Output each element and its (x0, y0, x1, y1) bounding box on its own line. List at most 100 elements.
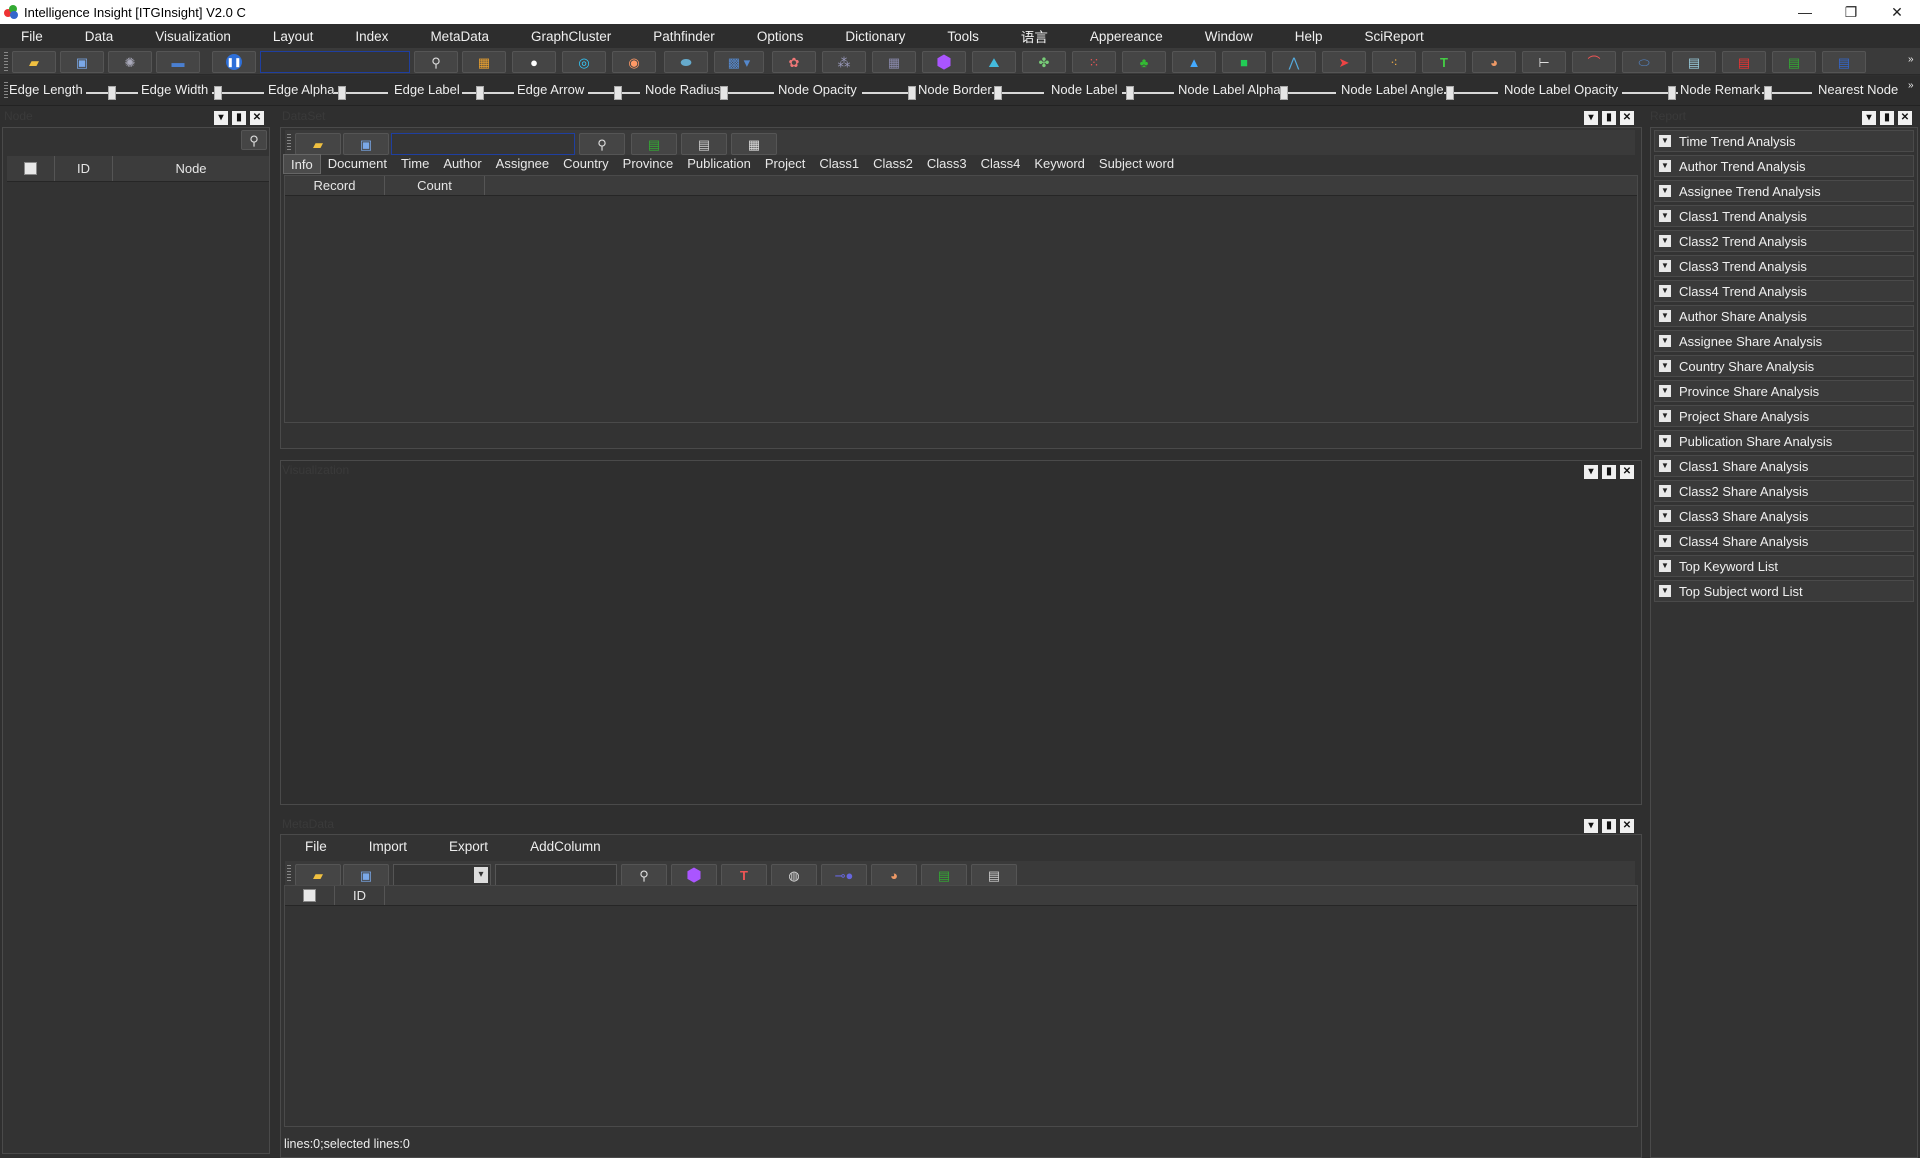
visualization-canvas[interactable] (280, 460, 1642, 805)
report-item-class4-share[interactable]: ▼ Class4 Share Analysis (1654, 530, 1914, 552)
menu-pathfinder[interactable]: Pathfinder (632, 29, 736, 44)
dark-circle-icon[interactable]: ● (512, 51, 556, 73)
metadata-select-all-checkbox[interactable] (285, 886, 335, 905)
window-icon[interactable]: ▤ (1672, 51, 1716, 73)
expand-arrow-icon[interactable]: ▼ (1659, 585, 1671, 597)
node-label-opacity-slider[interactable] (1622, 86, 1678, 100)
report-item-author-share[interactable]: ▼ Author Share Analysis (1654, 305, 1914, 327)
pause-icon[interactable]: ❚❚ (212, 51, 256, 73)
metadata-open-icon[interactable]: ▰ (295, 864, 341, 886)
palette-icon[interactable]: ◕ (1472, 51, 1516, 73)
node-panel-float-icon[interactable]: ▮ (232, 111, 246, 125)
report-item-class1-trend[interactable]: ▼ Class1 Trend Analysis (1654, 205, 1914, 227)
tab-time[interactable]: Time (394, 154, 436, 174)
menu-metadata[interactable]: MetaData (409, 29, 510, 44)
report-item-class4-trend[interactable]: ▼ Class4 Trend Analysis (1654, 280, 1914, 302)
toolbar-overflow-icon[interactable]: » (1908, 54, 1914, 65)
node-border-slider[interactable] (992, 86, 1044, 100)
node-radius-slider[interactable] (720, 86, 774, 100)
minimize-button[interactable]: — (1782, 0, 1828, 24)
edge-label-slider[interactable] (462, 86, 514, 100)
report-item-top-keyword[interactable]: ▼ Top Keyword List (1654, 555, 1914, 577)
report-item-assignee-trend[interactable]: ▼ Assignee Trend Analysis (1654, 180, 1914, 202)
search-icon[interactable]: ⚲ (414, 51, 458, 73)
tab-publication[interactable]: Publication (680, 154, 758, 174)
metadata-text-icon[interactable]: T (721, 864, 767, 886)
monitor-icon[interactable]: ▬ (156, 51, 200, 73)
expand-arrow-icon[interactable]: ▼ (1659, 160, 1671, 172)
target-icon[interactable]: ◎ (562, 51, 606, 73)
open-folder-icon[interactable]: ▰ (12, 51, 56, 73)
layout-dropdown-icon[interactable]: ▩ ▾ (714, 51, 764, 73)
report-panel-float-icon[interactable]: ▮ (1880, 111, 1894, 125)
dataset-col-count[interactable]: Count (385, 176, 485, 195)
network-icon[interactable]: ✺ (108, 51, 152, 73)
metadata-search-icon[interactable]: ⚲ (621, 864, 667, 886)
metadata-save-icon[interactable]: ▣ (343, 864, 389, 886)
slider-toolbar-overflow-icon[interactable]: » (1908, 80, 1914, 91)
expand-arrow-icon[interactable]: ▼ (1659, 285, 1671, 297)
green-tree-icon[interactable]: ♣ (1122, 51, 1166, 73)
metadata-menu-file[interactable]: File (305, 839, 327, 854)
oval-icon[interactable]: ⬭ (1622, 51, 1666, 73)
word-icon[interactable]: ▤ (1822, 51, 1866, 73)
graph-icon[interactable]: ⁂ (822, 51, 866, 73)
expand-arrow-icon[interactable]: ▼ (1659, 210, 1671, 222)
edge-alpha-slider[interactable] (334, 86, 388, 100)
menu-language[interactable]: 语言 (1000, 26, 1069, 46)
node-label-alpha-slider[interactable] (1280, 86, 1336, 100)
tab-province[interactable]: Province (616, 154, 681, 174)
node-search-icon[interactable]: ⚲ (241, 130, 267, 150)
expand-arrow-icon[interactable]: ▼ (1659, 460, 1671, 472)
line-icon[interactable]: ⊢ (1522, 51, 1566, 73)
node-remark-slider[interactable] (1762, 86, 1812, 100)
node-opacity-slider[interactable] (862, 86, 916, 100)
menu-options[interactable]: Options (736, 29, 825, 44)
menu-appearance[interactable]: Appereance (1069, 29, 1184, 44)
report-item-assignee-share[interactable]: ▼ Assignee Share Analysis (1654, 330, 1914, 352)
dataset-excel-icon[interactable]: ▤ (631, 133, 677, 155)
metadata-globe-icon[interactable]: ◍ (771, 864, 817, 886)
excel-icon[interactable]: ▤ (1772, 51, 1816, 73)
node-label-angle-slider[interactable] (1444, 86, 1498, 100)
square-icon[interactable]: ■ (1222, 51, 1266, 73)
tab-class2[interactable]: Class2 (866, 154, 920, 174)
report-item-publication-share[interactable]: ▼ Publication Share Analysis (1654, 430, 1914, 452)
expand-arrow-icon[interactable]: ▼ (1659, 485, 1671, 497)
map-icon[interactable]: ⛰ (972, 51, 1016, 73)
dataset-panel-float-icon[interactable]: ▮ (1602, 111, 1616, 125)
text-icon[interactable]: T (1422, 51, 1466, 73)
metadata-search-input[interactable] (495, 864, 617, 886)
tab-document[interactable]: Document (321, 154, 394, 174)
dataset-panel-close-icon[interactable]: ✕ (1620, 111, 1634, 125)
report-panel-close-icon[interactable]: ✕ (1898, 111, 1912, 125)
arrow-icon[interactable]: ➤ (1322, 51, 1366, 73)
menu-file[interactable]: File (0, 29, 64, 44)
peak-icon[interactable]: ▲ (1172, 51, 1216, 73)
report-panel-dropdown-icon[interactable]: ▾ (1862, 111, 1876, 125)
menu-help[interactable]: Help (1274, 29, 1344, 44)
dots-icon[interactable]: ⁙ (1072, 51, 1116, 73)
report-item-project-share[interactable]: ▼ Project Share Analysis (1654, 405, 1914, 427)
report-item-author-trend[interactable]: ▼ Author Trend Analysis (1654, 155, 1914, 177)
node-col-id[interactable]: ID (55, 156, 113, 181)
menu-layout[interactable]: Layout (252, 29, 335, 44)
metadata-menu-export[interactable]: Export (449, 839, 488, 854)
edge-width-slider[interactable] (212, 86, 264, 100)
metadata-panel-dropdown-icon[interactable]: ▾ (1584, 819, 1598, 833)
mountain-icon[interactable]: ⋀ (1272, 51, 1316, 73)
expand-arrow-icon[interactable]: ▼ (1659, 535, 1671, 547)
dataset-doc-icon[interactable]: ▤ (681, 133, 727, 155)
menu-window[interactable]: Window (1184, 29, 1274, 44)
menu-tools[interactable]: Tools (926, 29, 1000, 44)
expand-arrow-icon[interactable]: ▼ (1659, 260, 1671, 272)
pdf-icon[interactable]: ▤ (1722, 51, 1766, 73)
metadata-col-id[interactable]: ID (335, 886, 385, 905)
metadata-excel-icon[interactable]: ▤ (921, 864, 967, 886)
slider-toolbar-grip[interactable] (4, 82, 8, 100)
metadata-column-select[interactable]: ▾ (393, 864, 491, 886)
metadata-panel-close-icon[interactable]: ✕ (1620, 819, 1634, 833)
report-item-class2-trend[interactable]: ▼ Class2 Trend Analysis (1654, 230, 1914, 252)
grid-icon[interactable]: ▦ (872, 51, 916, 73)
report-item-class1-share[interactable]: ▼ Class1 Share Analysis (1654, 455, 1914, 477)
